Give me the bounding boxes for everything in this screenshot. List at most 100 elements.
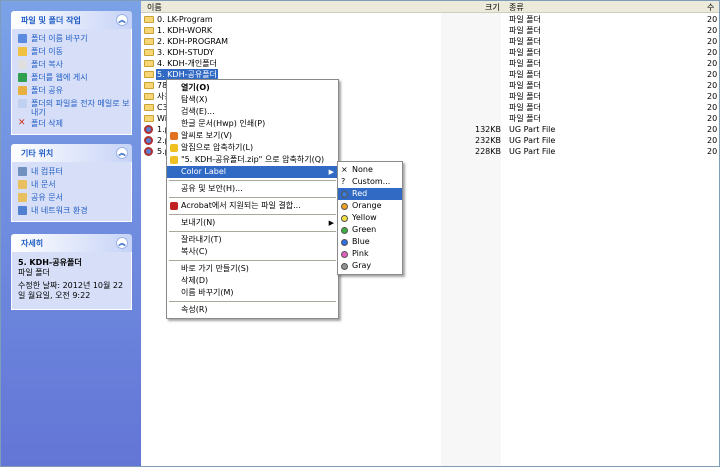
menu-item-label: 속성(R)	[181, 305, 208, 314]
task-network[interactable]: 내 네트워크 환경	[18, 204, 131, 217]
context-menu-item[interactable]: 속성(R)	[167, 304, 338, 316]
details-type: 파일 폴더	[18, 268, 50, 277]
context-menu-item[interactable]: 알씨로 보기(V)	[167, 130, 338, 142]
file-type: UG Part File	[509, 136, 556, 145]
color-label-item[interactable]: Red	[338, 188, 402, 200]
collapse-chevron-icon[interactable]: ︽	[116, 14, 128, 26]
task-rename[interactable]: 폴더 이름 바꾸기	[18, 32, 131, 45]
context-menu-item[interactable]: 공유 및 보안(H)...	[167, 183, 338, 195]
other-places-panel: 기타 위치 ︽ 내 컴퓨터 내 문서 공유 문서 내 네트워크 환경	[11, 144, 132, 222]
file-tasks-header[interactable]: 파일 및 폴더 작업 ︽	[11, 11, 132, 29]
task-shared-documents[interactable]: 공유 문서	[18, 191, 131, 204]
menu-item-label: 공유 및 보안(H)...	[181, 184, 243, 193]
file-date: 20	[707, 70, 718, 79]
web-publish-icon	[18, 73, 27, 82]
none-mark-icon: ×	[341, 165, 348, 174]
folder-icon	[144, 38, 154, 45]
task-move[interactable]: 폴더 이동	[18, 45, 131, 58]
menu-item-label: 이름 바꾸기(M)	[181, 288, 234, 297]
context-menu-item[interactable]: 복사(C)	[167, 246, 338, 258]
file-row[interactable]: 4. KDH-개인폴더 파일 폴더 20	[141, 58, 719, 69]
file-date: 20	[707, 114, 718, 123]
email-icon	[18, 99, 27, 108]
color-label-item[interactable]: ? Custom...	[338, 176, 402, 188]
color-label-item[interactable]: Pink	[338, 248, 402, 260]
file-type: 파일 폴더	[509, 81, 541, 90]
context-menu-item[interactable]: Acrobat에서 지원되는 파일 결합...	[167, 200, 338, 212]
details-header[interactable]: 자세히 ︽	[11, 234, 132, 252]
task-my-computer[interactable]: 내 컴퓨터	[18, 165, 131, 178]
collapse-chevron-icon[interactable]: ︽	[116, 147, 128, 159]
task-label: 폴더 삭제	[31, 119, 63, 128]
context-menu-item[interactable]: 보내기(N) ▶	[167, 217, 338, 229]
color-label-item[interactable]: × None	[338, 164, 402, 176]
context-menu-item[interactable]: "5. KDH-공유폴더.zip" 으로 압축하기(Q)	[167, 154, 338, 166]
my-documents-icon	[18, 180, 27, 189]
menu-separator	[169, 180, 336, 181]
column-type[interactable]: 종류	[509, 2, 524, 13]
file-date: 20	[707, 147, 718, 156]
file-date: 20	[707, 37, 718, 46]
task-share[interactable]: 폴더 공유	[18, 84, 131, 97]
file-row[interactable]: 3. KDH-STUDY 파일 폴더 20	[141, 47, 719, 58]
other-places-body: 내 컴퓨터 내 문서 공유 문서 내 네트워크 환경	[11, 162, 132, 222]
file-size: 228KB	[474, 147, 501, 156]
other-places-header[interactable]: 기타 위치 ︽	[11, 144, 132, 162]
file-name: 3. KDH-STUDY	[157, 48, 214, 57]
column-date[interactable]: 수	[707, 2, 714, 13]
file-name: 2. KDH-PROGRAM	[157, 37, 228, 46]
file-date: 20	[707, 15, 718, 24]
context-menu-item[interactable]: 삭제(D)	[167, 275, 338, 287]
color-label-item[interactable]: Orange	[338, 200, 402, 212]
folder-icon	[144, 82, 154, 89]
menu-item-label: 알집으로 압축하기(L)	[181, 143, 254, 152]
column-name[interactable]: 이름	[147, 2, 162, 13]
file-type: UG Part File	[509, 125, 556, 134]
color-label-item[interactable]: Gray	[338, 260, 402, 272]
context-menu-item[interactable]: 한글 문서(Hwp) 인쇄(P)	[167, 118, 338, 130]
task-label: 폴더를 웹에 게시	[31, 73, 88, 82]
column-size[interactable]: 크기	[485, 2, 500, 13]
file-type: 파일 폴더	[509, 48, 541, 57]
folder-icon	[144, 60, 154, 67]
my-computer-icon	[18, 167, 27, 176]
context-menu-item[interactable]: 잘라내기(T)	[167, 234, 338, 246]
color-label-name: Pink	[352, 249, 369, 258]
file-row[interactable]: 0. LK-Program 파일 폴더 20	[141, 14, 719, 25]
alzip-icon	[170, 156, 178, 164]
color-label-item[interactable]: Blue	[338, 236, 402, 248]
color-label-item[interactable]: Yellow	[338, 212, 402, 224]
menu-item-label: 탐색(X)	[181, 95, 208, 104]
delete-icon: ✕	[18, 118, 26, 128]
context-menu-item[interactable]: 탐색(X)	[167, 94, 338, 106]
context-menu-item[interactable]: Color Label ▶	[167, 166, 338, 178]
menu-item-label: 잘라내기(T)	[181, 235, 222, 244]
context-menu-item[interactable]: 열기(O)	[167, 82, 338, 94]
file-date: 20	[707, 26, 718, 35]
task-my-documents[interactable]: 내 문서	[18, 178, 131, 191]
context-menu-item[interactable]: 바로 가기 만들기(S)	[167, 263, 338, 275]
file-tasks-body: 폴더 이름 바꾸기 폴더 이동 폴더 복사폴더를 웹에 게시폴더 공유 폴더의 파일을…	[11, 29, 132, 135]
task-web-publish[interactable]: 폴더를 웹에 게시	[18, 71, 131, 84]
task-copy[interactable]: 폴더 복사	[18, 58, 131, 71]
menu-item-label: 열기(O)	[181, 83, 210, 92]
menu-item-label: 보내기(N)	[181, 218, 216, 227]
color-dot-icon	[341, 263, 348, 270]
task-delete[interactable]: ✕ 폴더 삭제	[18, 117, 131, 130]
context-menu: 열기(O) 탐색(X) 검색(E)... 한글 문서(Hwp) 인쇄(P) 알씨로 보기…	[166, 79, 339, 319]
details-body: 5. KDH-공유폴더 파일 폴더 수정한 날짜: 2012년 10월 22 일…	[11, 252, 132, 310]
collapse-chevron-icon[interactable]: ︽	[116, 237, 128, 249]
context-menu-item[interactable]: 알집으로 압축하기(L)	[167, 142, 338, 154]
task-email[interactable]: 폴더의 파일을 전자 메일로 보내기	[18, 97, 131, 117]
context-menu-item[interactable]: 이름 바꾸기(M)	[167, 287, 338, 299]
color-label-item[interactable]: Green	[338, 224, 402, 236]
file-date: 20	[707, 81, 718, 90]
file-row[interactable]: 1. KDH-WORK 파일 폴더 20	[141, 25, 719, 36]
file-type: 파일 폴더	[509, 59, 541, 68]
context-menu-item[interactable]: 검색(E)...	[167, 106, 338, 118]
folder-icon	[144, 27, 154, 34]
file-row[interactable]: 2. KDH-PROGRAM 파일 폴더 20	[141, 36, 719, 47]
submenu-arrow-icon: ▶	[328, 219, 334, 227]
other-places-title: 기타 위치	[21, 149, 54, 158]
file-type: 파일 폴더	[509, 114, 541, 123]
